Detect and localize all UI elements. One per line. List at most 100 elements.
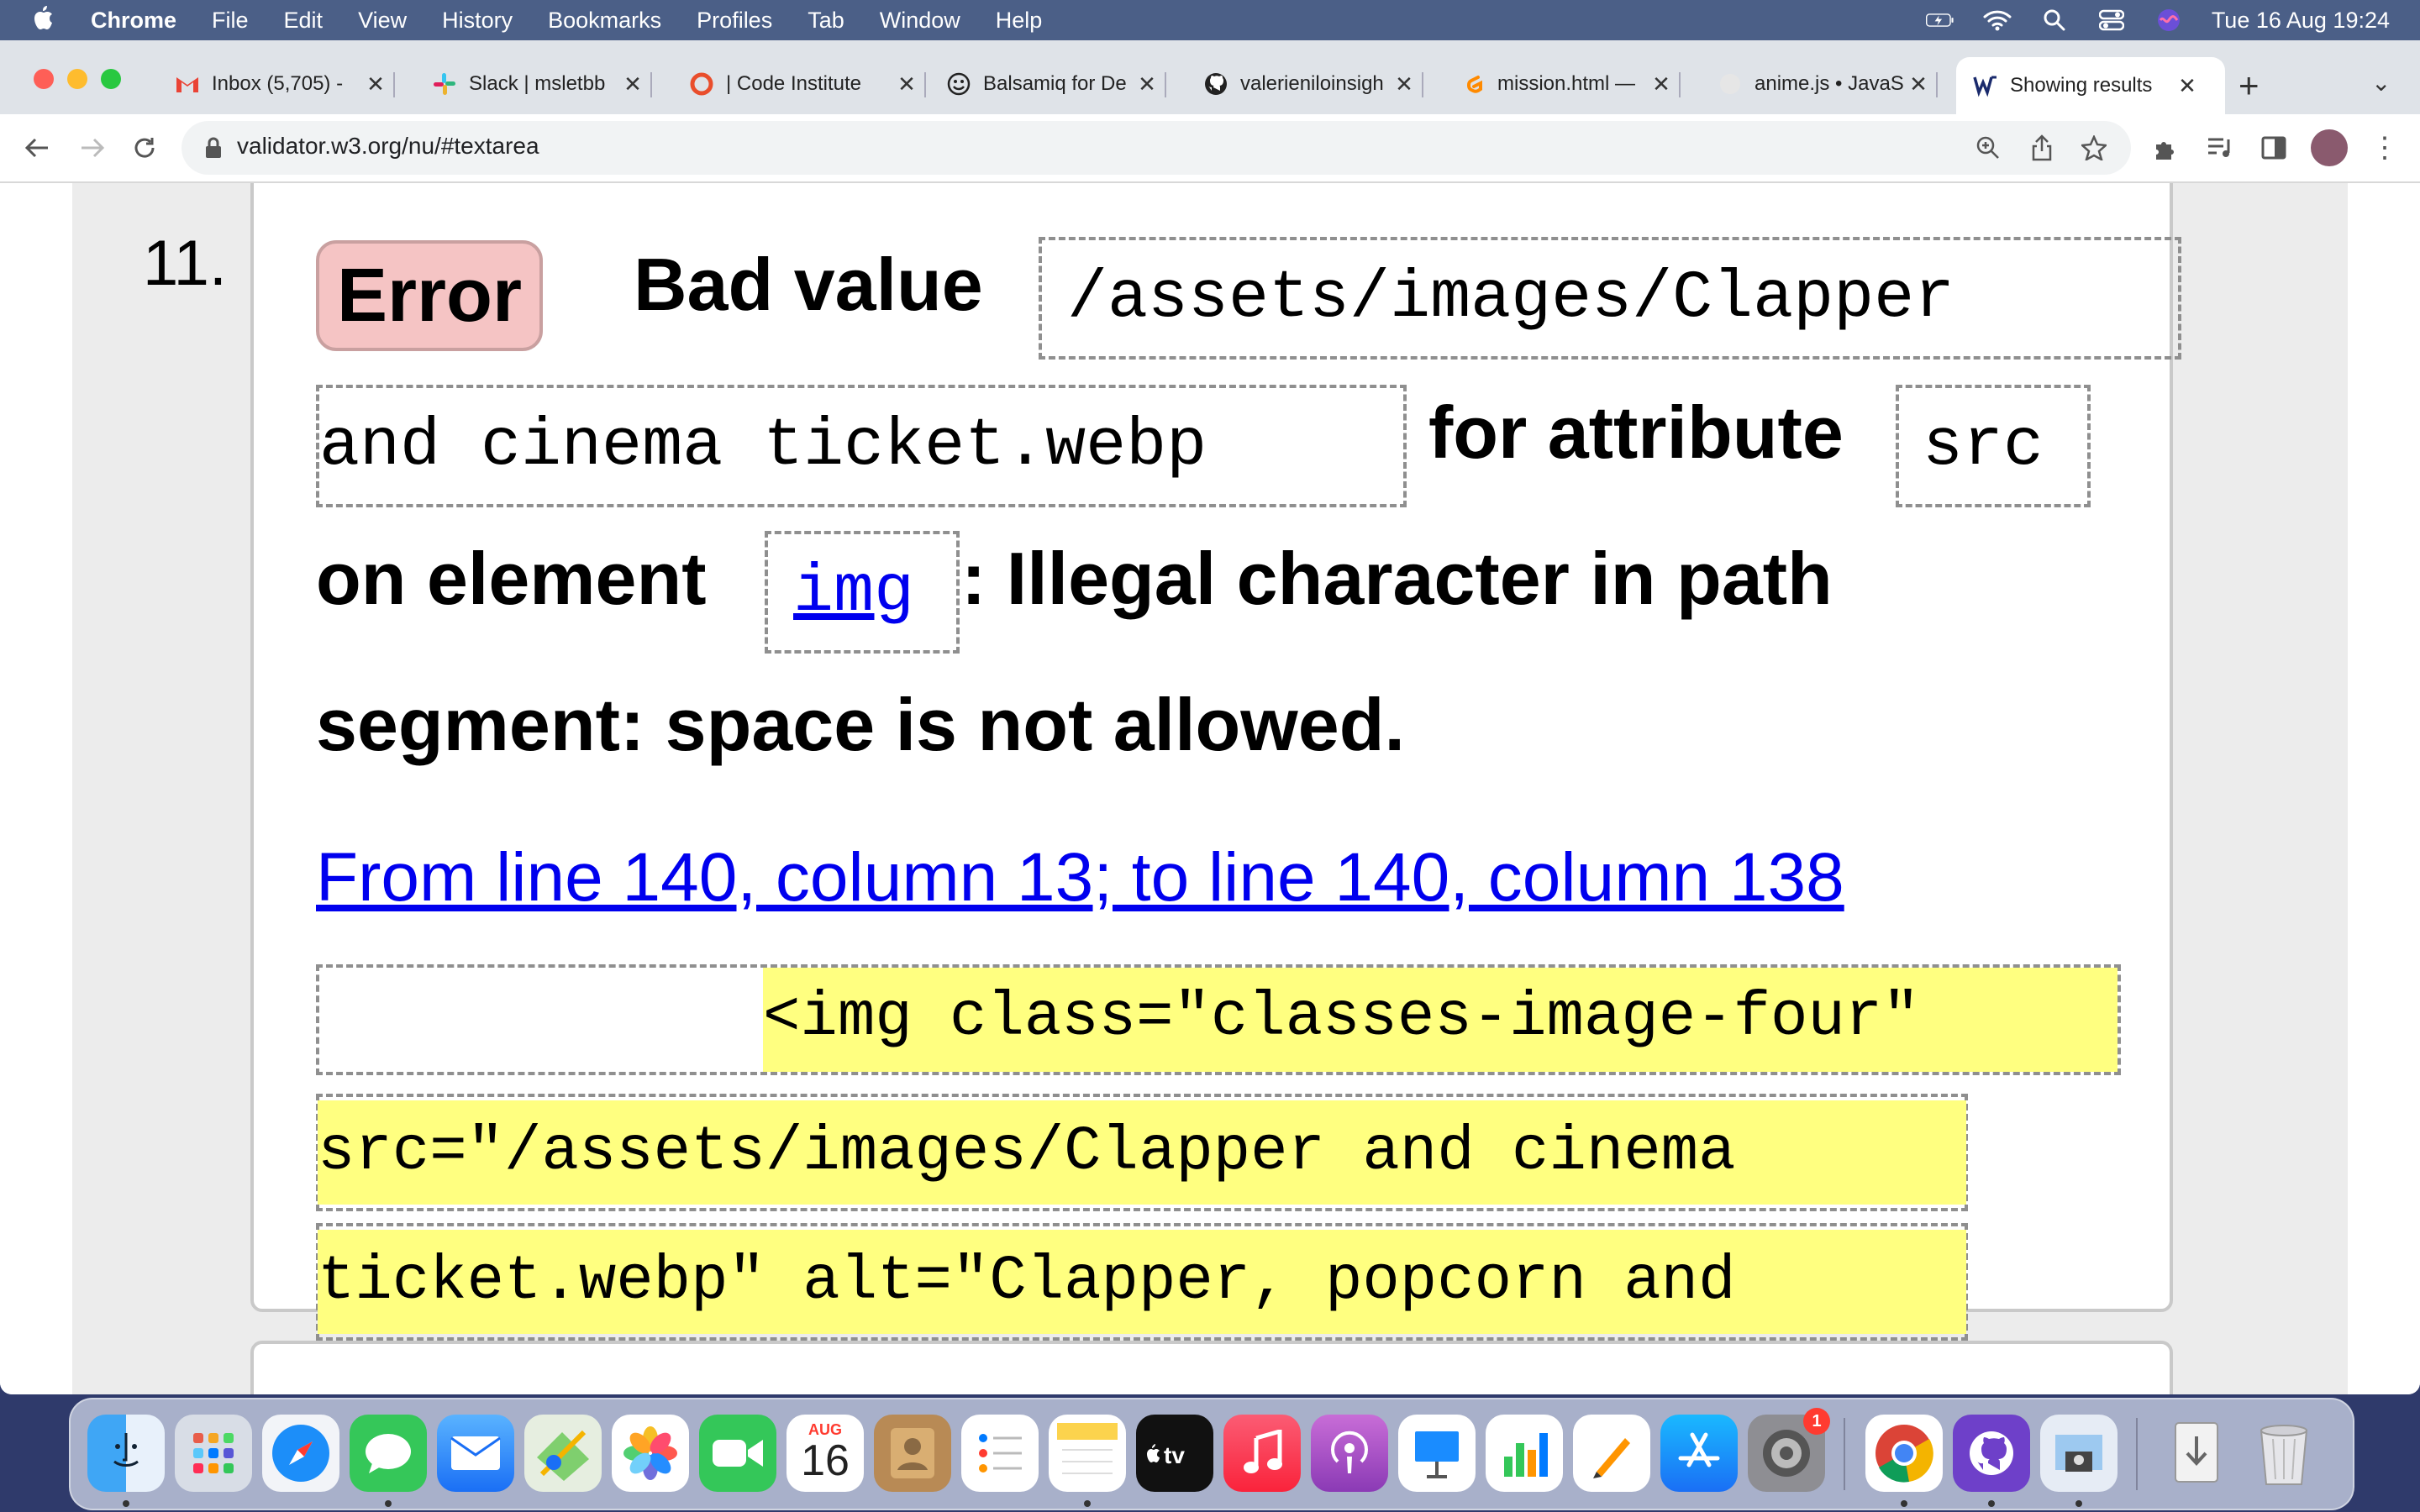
extensions-icon[interactable] — [2148, 129, 2185, 166]
close-tab-icon[interactable]: ✕ — [2175, 73, 2200, 99]
tab-separator — [1679, 72, 1681, 97]
finder-icon[interactable] — [87, 1415, 165, 1492]
new-tab-button[interactable]: + — [2238, 66, 2260, 106]
code-institute-icon — [689, 71, 714, 97]
close-tab-icon[interactable]: ✕ — [894, 71, 919, 97]
zoom-window-button[interactable] — [101, 69, 121, 89]
minimize-window-button[interactable] — [67, 69, 87, 89]
forward-button[interactable] — [74, 129, 111, 166]
side-panel-icon[interactable] — [2255, 129, 2292, 166]
menu-window[interactable]: Window — [880, 8, 960, 34]
running-indicator — [385, 1500, 392, 1507]
chevron-down-icon[interactable]: ⌄ — [2371, 69, 2391, 97]
close-tab-icon[interactable]: ✕ — [620, 71, 645, 97]
wifi-icon[interactable] — [1983, 8, 2012, 33]
apple-tv-icon[interactable]: tv — [1136, 1415, 1213, 1492]
downloads-icon[interactable] — [2158, 1415, 2235, 1492]
clock[interactable]: Tue 16 Aug 19:24 — [2212, 8, 2390, 34]
reminders-icon[interactable] — [961, 1415, 1039, 1492]
menu-help[interactable]: Help — [996, 8, 1043, 34]
numbers-icon[interactable] — [1486, 1415, 1563, 1492]
reload-button[interactable] — [126, 129, 163, 166]
tab-title: Showing results — [2010, 74, 2153, 97]
menu-view[interactable]: View — [358, 8, 407, 34]
menu-bar: Chrome File Edit View History Bookmarks … — [0, 0, 2420, 40]
running-indicator — [1901, 1500, 1907, 1507]
address-bar[interactable]: validator.w3.org/nu/#textarea — [182, 121, 2131, 175]
menu-tab[interactable]: Tab — [808, 8, 844, 34]
zoom-icon[interactable] — [1971, 131, 2005, 165]
spotlight-search-icon[interactable] — [2040, 8, 2069, 33]
github-desktop-icon[interactable] — [1953, 1415, 2030, 1492]
notification-badge: 1 — [1803, 1408, 1830, 1435]
mail-icon[interactable] — [437, 1415, 514, 1492]
browser-window: Inbox (5,705) - ✕ Slack | msletbb ✕ | Co… — [0, 40, 2420, 1394]
menu-edit[interactable]: Edit — [284, 8, 324, 34]
tab-gmail[interactable]: Inbox (5,705) - ✕ — [175, 60, 395, 108]
tab-code-institute[interactable]: | Code Institute ✕ — [689, 60, 926, 108]
tab-gitpod[interactable]: mission.html — ✕ — [1460, 60, 1681, 108]
error-badge: Error — [316, 240, 543, 351]
photos-icon[interactable] — [612, 1415, 689, 1492]
tab-title: | Code Institute — [726, 72, 861, 95]
safari-icon[interactable] — [262, 1415, 339, 1492]
chrome-icon[interactable] — [1865, 1415, 1943, 1492]
preview-icon[interactable] — [2040, 1415, 2118, 1492]
menu-profiles[interactable]: Profiles — [697, 8, 772, 34]
control-center-icon[interactable] — [2097, 8, 2126, 33]
maps-icon[interactable] — [524, 1415, 602, 1492]
menu-bookmarks[interactable]: Bookmarks — [548, 8, 661, 34]
app-store-icon[interactable] — [1660, 1415, 1738, 1492]
profile-avatar[interactable] — [2311, 129, 2348, 166]
close-tab-icon[interactable]: ✕ — [1134, 71, 1160, 97]
extract-line-1: <img class="classes-image-four" — [763, 968, 2118, 1072]
battery-icon[interactable] — [1925, 8, 1954, 33]
tab-title: anime.js • JavaS — [1754, 72, 1904, 95]
browser-toolbar: validator.w3.org/nu/#textarea ⋮ — [0, 114, 2420, 183]
tab-animejs[interactable]: anime.js • JavaS ✕ — [1718, 60, 1938, 108]
media-control-icon[interactable] — [2202, 129, 2238, 166]
facetime-icon[interactable] — [699, 1415, 776, 1492]
siri-icon[interactable] — [2154, 8, 2183, 33]
back-button[interactable] — [18, 129, 55, 166]
menu-file[interactable]: File — [212, 8, 249, 34]
extract-line-2: src="/assets/images/Clapper and cinema — [318, 1100, 1966, 1205]
tab-title: Slack | msletbb — [469, 72, 606, 95]
tab-validator-active[interactable]: Showing results ✕ — [1956, 57, 2225, 114]
more-menu-icon[interactable]: ⋮ — [2366, 129, 2403, 166]
tab-github[interactable]: valerieniloinsigh ✕ — [1203, 60, 1423, 108]
page-content: 11. Error Bad value /assets/images/Clapp… — [0, 183, 2420, 1394]
close-window-button[interactable] — [34, 69, 54, 89]
bookmark-star-icon[interactable] — [2077, 131, 2111, 165]
share-icon[interactable] — [2025, 131, 2059, 165]
tab-separator — [1936, 72, 1938, 97]
tab-separator — [924, 72, 926, 97]
tab-title: Balsamiq for De — [983, 72, 1127, 95]
tab-separator — [1165, 72, 1166, 97]
pages-icon[interactable] — [1573, 1415, 1650, 1492]
url-text[interactable]: validator.w3.org/nu/#textarea — [237, 133, 539, 160]
contacts-icon[interactable] — [874, 1415, 951, 1492]
podcasts-icon[interactable] — [1311, 1415, 1388, 1492]
system-preferences-icon[interactable]: 1 — [1748, 1408, 1830, 1492]
trash-icon[interactable] — [2245, 1415, 2323, 1492]
element-link[interactable]: img — [793, 554, 914, 631]
calendar-icon[interactable]: AUG 16 — [786, 1415, 864, 1492]
menu-history[interactable]: History — [442, 8, 513, 34]
close-tab-icon[interactable]: ✕ — [1649, 71, 1674, 97]
close-tab-icon[interactable]: ✕ — [1906, 71, 1931, 97]
close-tab-icon[interactable]: ✕ — [1392, 71, 1417, 97]
launchpad-icon[interactable] — [175, 1415, 252, 1492]
notes-icon[interactable] — [1049, 1415, 1126, 1492]
close-tab-icon[interactable]: ✕ — [363, 71, 388, 97]
bad-value-part1: /assets/images/Clapper — [1039, 237, 2181, 360]
messages-icon[interactable] — [350, 1415, 427, 1492]
location-link[interactable]: From line 140, column 13; to line 140, c… — [316, 838, 1844, 917]
menu-app-name[interactable]: Chrome — [91, 8, 176, 34]
keynote-icon[interactable] — [1398, 1415, 1476, 1492]
apple-icon[interactable] — [34, 5, 54, 36]
tab-balsamiq[interactable]: Balsamiq for De ✕ — [946, 60, 1166, 108]
lock-icon[interactable] — [198, 133, 229, 163]
music-icon[interactable] — [1223, 1415, 1301, 1492]
tab-slack[interactable]: Slack | msletbb ✕ — [432, 60, 652, 108]
